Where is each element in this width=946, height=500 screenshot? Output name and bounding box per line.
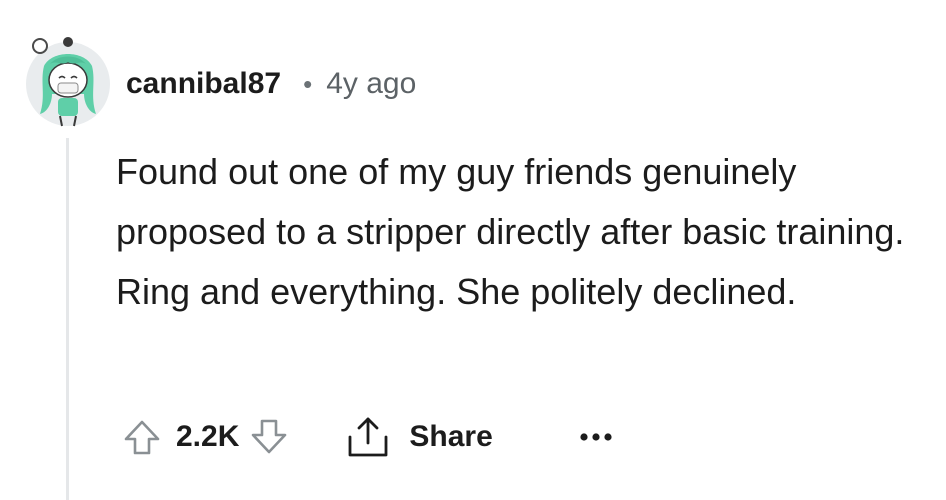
username-link[interactable]: cannibal87 (126, 67, 281, 101)
timestamp[interactable]: 4y ago (326, 67, 416, 101)
upvote-button[interactable] (122, 417, 162, 457)
ellipsis-icon (580, 433, 612, 441)
share-icon (348, 417, 388, 457)
snoo-avatar-icon (26, 37, 110, 127)
share-label: Share (409, 420, 493, 453)
arrow-down-icon (252, 419, 287, 454)
comment-header: cannibal87 • 4y ago (126, 62, 416, 106)
comment-body: Found out one of my guy friends genuinel… (116, 151, 905, 312)
arrow-up-icon (124, 420, 160, 455)
avatar[interactable] (22, 36, 114, 128)
downvote-button[interactable] (249, 417, 289, 457)
comment-actions: 2.2K Share (122, 410, 613, 464)
separator-dot: • (303, 68, 313, 99)
more-options-button[interactable] (579, 432, 613, 442)
share-button[interactable]: Share (345, 415, 493, 459)
vote-count: 2.2K (176, 420, 240, 453)
thread-line[interactable] (66, 138, 69, 500)
